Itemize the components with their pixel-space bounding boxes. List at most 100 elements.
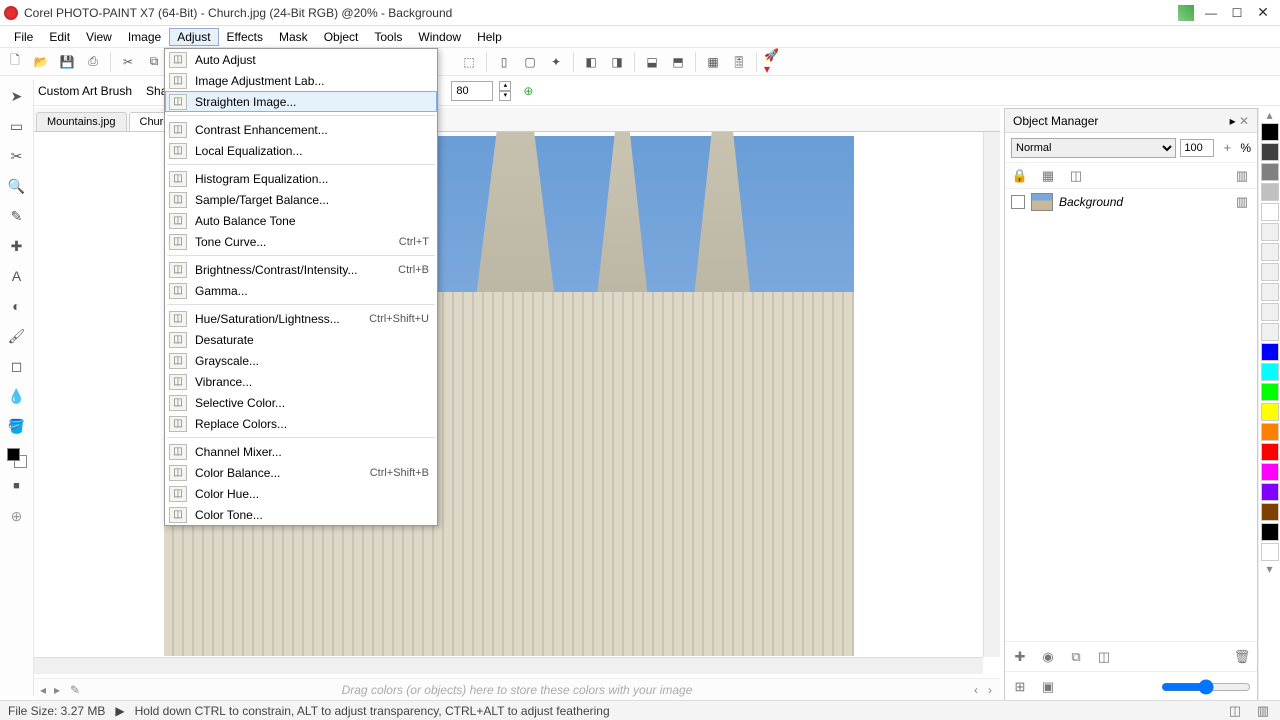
toolbar-icon[interactable]: ◨: [606, 51, 628, 73]
healing-tool-icon[interactable]: ✚: [5, 234, 29, 258]
menu-item-sample-target-balance[interactable]: ◫Sample/Target Balance...: [165, 189, 437, 210]
status-icon[interactable]: ▥: [1254, 702, 1272, 720]
menu-item-image-adjustment-lab[interactable]: ◫Image Adjustment Lab...: [165, 70, 437, 91]
launch-icon[interactable]: 🚀▾: [763, 51, 785, 73]
new-group-icon[interactable]: ⧉: [1067, 648, 1085, 666]
menu-item-contrast-enhancement[interactable]: ◫Contrast Enhancement...: [165, 119, 437, 140]
text-tool-icon[interactable]: A: [5, 264, 29, 288]
cut-icon[interactable]: ✂: [117, 51, 139, 73]
add-icon[interactable]: ⊕: [517, 80, 539, 102]
clone-tool-icon[interactable]: ✎: [5, 204, 29, 228]
layer-row[interactable]: Background ▥: [1005, 189, 1257, 215]
color-swatch[interactable]: [1261, 263, 1279, 281]
palette-up-icon[interactable]: ▴: [1259, 108, 1280, 122]
new-object-icon[interactable]: ✚: [1011, 648, 1029, 666]
eyedropper-icon[interactable]: ✎: [70, 683, 80, 697]
lock-icon[interactable]: 🔒: [1011, 167, 1029, 185]
color-swatch[interactable]: [1261, 443, 1279, 461]
layer-name[interactable]: Background: [1059, 195, 1123, 209]
toolbar-icon[interactable]: ⬓: [641, 51, 663, 73]
menu-object[interactable]: Object: [316, 28, 367, 46]
menu-item-straighten-image[interactable]: ◫Straighten Image...: [165, 91, 437, 112]
menu-adjust[interactable]: Adjust: [169, 28, 218, 46]
size-spinner[interactable]: ▴▾: [499, 81, 511, 101]
new-icon[interactable]: 🗋: [4, 51, 26, 73]
menu-item-auto-adjust[interactable]: ◫Auto Adjust: [165, 49, 437, 70]
color-swatch[interactable]: [1261, 203, 1279, 221]
fg-bg-swatch[interactable]: [7, 448, 27, 468]
menu-item-histogram-equalization[interactable]: ◫Histogram Equalization...: [165, 168, 437, 189]
menu-window[interactable]: Window: [410, 28, 469, 46]
menu-item-local-equalization[interactable]: ◫Local Equalization...: [165, 140, 437, 161]
color-swatch[interactable]: [1261, 543, 1279, 561]
menu-view[interactable]: View: [78, 28, 120, 46]
pick-tool-icon[interactable]: ➤: [5, 84, 29, 108]
wand-icon[interactable]: ✦: [545, 51, 567, 73]
layer-props-icon[interactable]: ▥: [1233, 193, 1251, 211]
menu-item-color-balance[interactable]: ◫Color Balance...Ctrl+Shift+B: [165, 462, 437, 483]
palette-down-icon[interactable]: ▾: [1259, 562, 1280, 576]
palette-play-icon[interactable]: ▸: [54, 683, 60, 697]
add-tool-icon[interactable]: ⊕: [5, 504, 29, 528]
color-swatch[interactable]: [1261, 303, 1279, 321]
vertical-scrollbar[interactable]: [983, 132, 1000, 657]
panel-header[interactable]: Object Manager ▸ ✕: [1005, 109, 1257, 133]
status-icon[interactable]: ◫: [1226, 702, 1244, 720]
mask-tool-icon[interactable]: ▭: [5, 114, 29, 138]
menu-item-desaturate[interactable]: ◫Desaturate: [165, 329, 437, 350]
color-swatch[interactable]: [1261, 163, 1279, 181]
menu-item-hue-saturation-lightness[interactable]: ◫Hue/Saturation/Lightness...Ctrl+Shift+U: [165, 308, 437, 329]
menu-image[interactable]: Image: [120, 28, 169, 46]
color-swatch[interactable]: [1261, 223, 1279, 241]
menu-edit[interactable]: Edit: [41, 28, 78, 46]
maximize-button[interactable]: ☐: [1224, 3, 1250, 23]
print-icon[interactable]: ⎙: [82, 51, 104, 73]
menu-item-channel-mixer[interactable]: ◫Channel Mixer...: [165, 441, 437, 462]
blend-mode-select[interactable]: Normal: [1011, 138, 1176, 158]
crop-tool-icon[interactable]: ✂: [5, 144, 29, 168]
color-swatch[interactable]: [1261, 323, 1279, 341]
menu-help[interactable]: Help: [469, 28, 510, 46]
menu-effects[interactable]: Effects: [219, 28, 271, 46]
menu-item-color-hue[interactable]: ◫Color Hue...: [165, 483, 437, 504]
palette-prev-icon[interactable]: ◂: [40, 683, 46, 697]
new-mask-icon[interactable]: ◫: [1095, 648, 1113, 666]
menu-item-brightness-contrast-intensity[interactable]: ◫Brightness/Contrast/Intensity...Ctrl+B: [165, 259, 437, 280]
toolbar-icon[interactable]: ▯: [493, 51, 515, 73]
color-swatch[interactable]: [1261, 343, 1279, 361]
opacity-slider[interactable]: [1161, 679, 1251, 695]
color-swatch[interactable]: [1261, 383, 1279, 401]
size-input[interactable]: 80: [451, 81, 493, 101]
document-tab[interactable]: Mountains.jpg: [36, 112, 127, 131]
color-swatch[interactable]: [1261, 463, 1279, 481]
menu-item-replace-colors[interactable]: ◫Replace Colors...: [165, 413, 437, 434]
shape-tool-icon[interactable]: ◻: [5, 354, 29, 378]
merge-icon[interactable]: ▣: [1039, 678, 1057, 696]
open-icon[interactable]: 📂: [30, 51, 52, 73]
toolbar-icon[interactable]: ▦: [702, 51, 724, 73]
menu-tools[interactable]: Tools: [366, 28, 410, 46]
menu-item-color-tone[interactable]: ◫Color Tone...: [165, 504, 437, 525]
close-button[interactable]: ✕: [1250, 3, 1276, 23]
toolbar-icon[interactable]: ▢: [519, 51, 541, 73]
reset-colors-icon[interactable]: ■: [5, 474, 29, 498]
color-swatch[interactable]: [1261, 283, 1279, 301]
toolbar-icon[interactable]: ◧: [580, 51, 602, 73]
menu-item-vibrance[interactable]: ◫Vibrance...: [165, 371, 437, 392]
color-swatch[interactable]: [1261, 143, 1279, 161]
color-swatch[interactable]: [1261, 243, 1279, 261]
play-icon[interactable]: ▶: [115, 704, 124, 718]
toolbar-icon[interactable]: ⬚: [458, 51, 480, 73]
zoom-tool-icon[interactable]: 🔍: [5, 174, 29, 198]
menu-item-grayscale[interactable]: ◫Grayscale...: [165, 350, 437, 371]
document-palette[interactable]: ◂ ▸ ✎ Drag colors (or objects) here to s…: [34, 678, 1000, 700]
opacity-input[interactable]: [1180, 139, 1214, 157]
visibility-icon[interactable]: [1011, 195, 1025, 209]
menu-item-tone-curve[interactable]: ◫Tone Curve...Ctrl+T: [165, 231, 437, 252]
settings-icon[interactable]: 🎚: [728, 51, 750, 73]
pixel-icon[interactable]: ◫: [1067, 167, 1085, 185]
save-icon[interactable]: 💾: [56, 51, 78, 73]
color-swatch[interactable]: [1261, 503, 1279, 521]
color-swatch[interactable]: [1261, 183, 1279, 201]
color-swatch[interactable]: [1261, 423, 1279, 441]
